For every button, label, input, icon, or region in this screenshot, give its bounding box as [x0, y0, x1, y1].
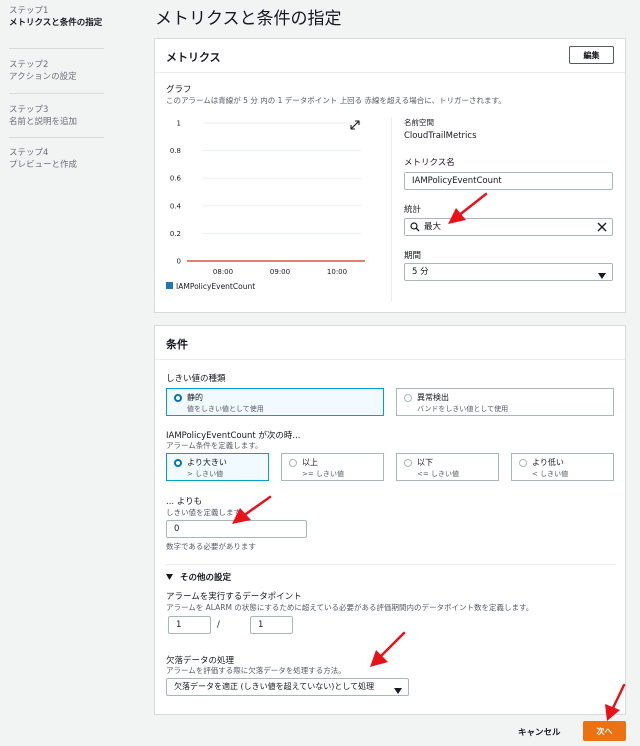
annotation-arrow — [370, 631, 406, 667]
annotation-arrow — [448, 192, 488, 224]
annotation-arrow — [232, 495, 272, 524]
annotation-arrows — [232, 192, 626, 721]
annotation-arrow — [605, 683, 626, 721]
